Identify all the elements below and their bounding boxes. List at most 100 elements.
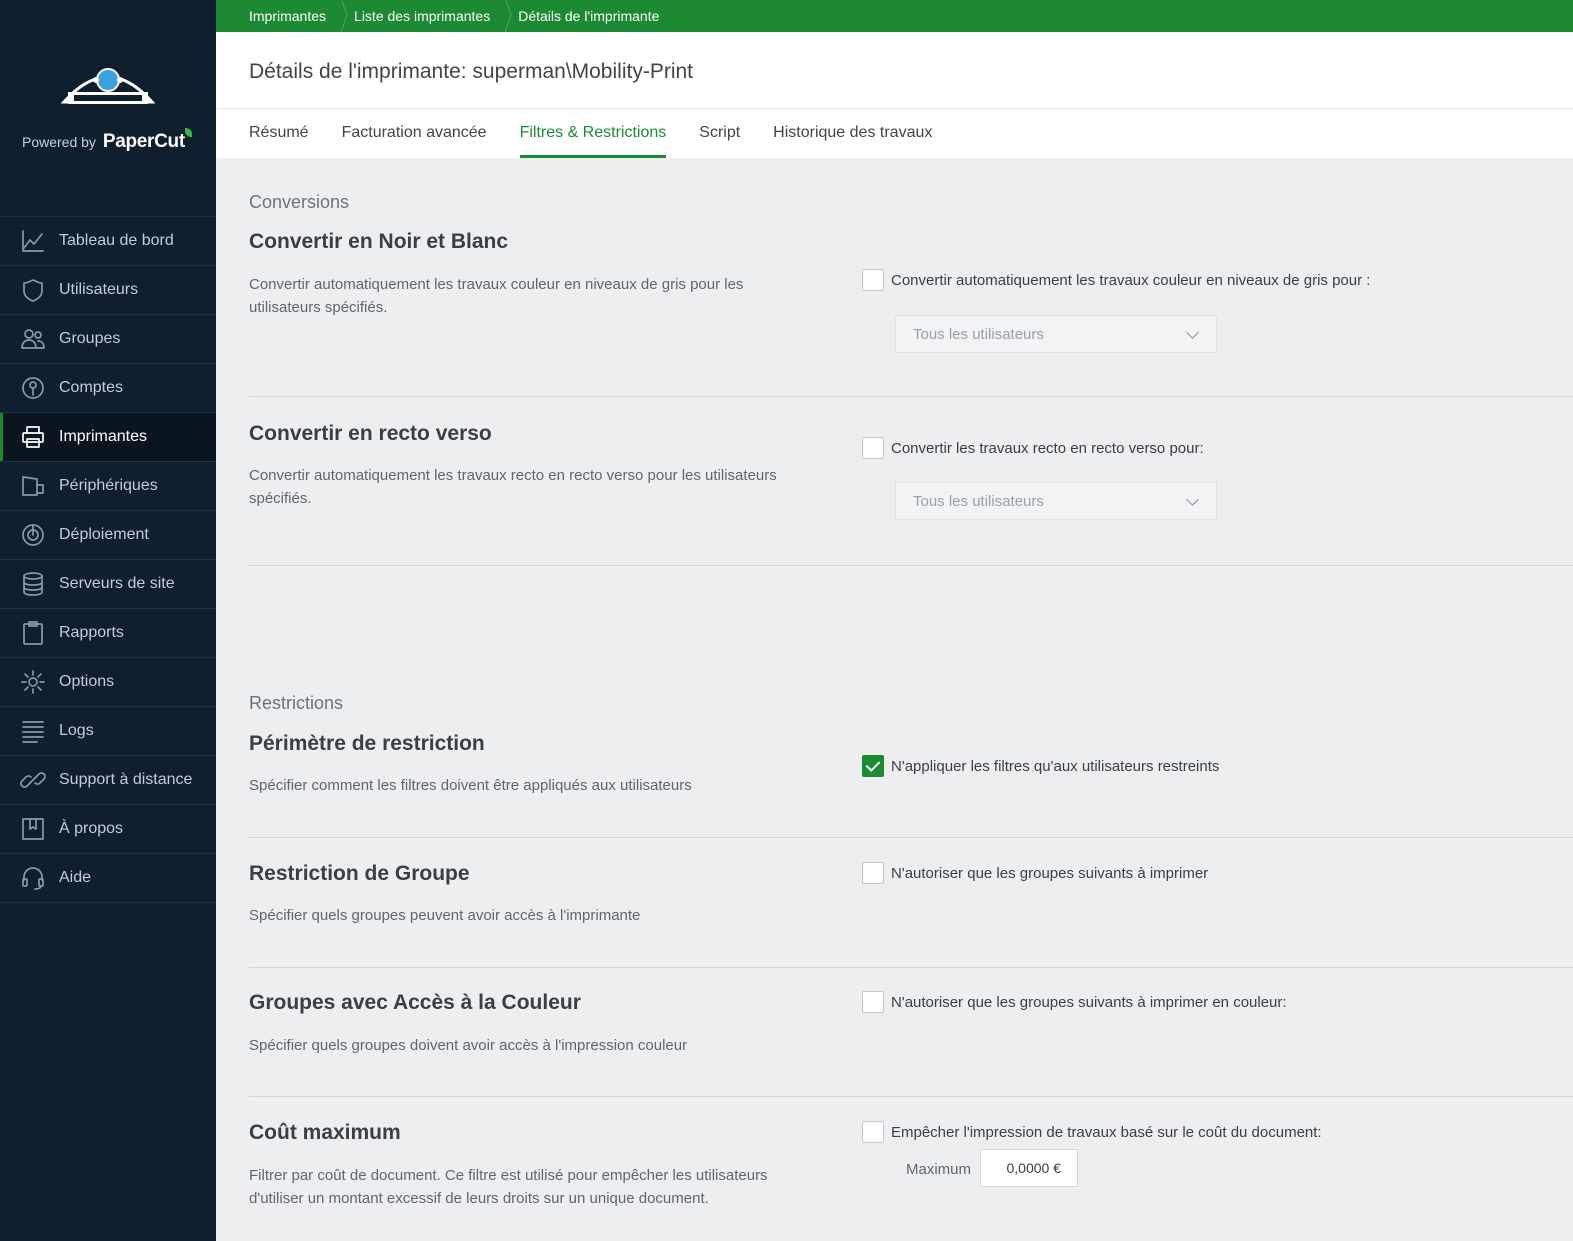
section-label-conversions: Conversions <box>249 192 350 212</box>
row-divider <box>249 1096 1573 1097</box>
headset-icon <box>19 864 47 892</box>
restricted-users-only-checkbox-label: N'appliquer les filtres qu'aux utilisate… <box>891 758 1220 775</box>
convert-duplex-checkbox-label: Convertir les travaux recto en recto ver… <box>891 440 1204 457</box>
tab-resume[interactable]: Résumé <box>249 109 309 158</box>
breadcrumb-separator-icon <box>334 0 342 32</box>
row-title: Groupes avec Accès à la Couleur <box>249 991 581 1014</box>
sidebar-item-peripheriques[interactable]: Périphériques <box>0 462 216 511</box>
sidebar-item-tableau-de-bord[interactable]: Tableau de bord <box>0 217 216 266</box>
select-value: Tous les utilisateurs <box>913 492 1044 510</box>
breadcrumb-item-liste[interactable]: Liste des imprimantes <box>354 0 518 32</box>
convert-duplex-users-select[interactable]: Tous les utilisateurs <box>895 482 1217 520</box>
convert-bw-users-select[interactable]: Tous les utilisateurs <box>895 315 1217 353</box>
sidebar-item-a-propos[interactable]: À propos <box>0 805 216 854</box>
tab-bar: Résumé Facturation avancée Filtres & Res… <box>249 109 965 158</box>
sidebar-nav: Tableau de bord Utilisateurs Groupes Com… <box>0 216 216 903</box>
deploy-icon <box>19 521 47 549</box>
users-icon <box>19 325 47 353</box>
sidebar-item-label: Support à distance <box>59 771 193 788</box>
sidebar-item-label: Tableau de bord <box>59 232 174 249</box>
row-description: Filtrer par coût de document. Ce filtre … <box>249 1167 768 1207</box>
max-cost-input[interactable]: 0,0000 € <box>980 1149 1078 1187</box>
powered-by-label: Powered by <box>22 134 96 150</box>
sidebar-item-label: Options <box>59 673 115 690</box>
sidebar-item-comptes[interactable]: Comptes <box>0 364 216 413</box>
lines-icon <box>19 717 47 745</box>
breadcrumb: Imprimantes Liste des imprimantes Détail… <box>216 0 1573 32</box>
gear-icon <box>19 668 47 696</box>
breadcrumb-label: Imprimantes <box>249 8 327 24</box>
row-title: Coût maximum <box>249 1121 401 1144</box>
sidebar-item-deploiement[interactable]: Déploiement <box>0 511 216 560</box>
max-cost-checkbox-label: Empêcher l'impression de travaux basé su… <box>891 1124 1322 1141</box>
max-cost-value: 0,0000 € <box>1006 1160 1062 1176</box>
convert-duplex-checkbox[interactable] <box>862 437 884 459</box>
row-title: Restriction de Groupe <box>249 862 470 885</box>
bookmark-icon <box>19 815 47 843</box>
user-shield-icon <box>19 276 47 304</box>
row-description: Spécifier quels groupes doivent avoir ac… <box>249 1037 688 1054</box>
tab-historique[interactable]: Historique des travaux <box>773 109 932 158</box>
row-description: Spécifier comment les filtres doivent êt… <box>249 777 692 794</box>
tab-filtres-restrictions[interactable]: Filtres & Restrictions <box>519 109 666 158</box>
group-restriction-checkbox-label: N'autoriser que les groupes suivants à i… <box>891 865 1209 882</box>
sidebar-item-label: Aide <box>59 869 92 886</box>
row-divider <box>249 967 1573 968</box>
select-value: Tous les utilisateurs <box>913 325 1044 343</box>
breadcrumb-label: Détails de l'imprimante <box>518 8 660 24</box>
row-description: Convertir automatiquement les travaux re… <box>249 467 777 507</box>
sidebar-item-label: Rapports <box>59 624 124 641</box>
row-divider <box>249 565 1573 566</box>
sidebar-item-label: Comptes <box>59 379 124 396</box>
sidebar-item-label: Périphériques <box>59 477 158 494</box>
sidebar-item-groupes[interactable]: Groupes <box>0 315 216 364</box>
powered-by: Powered by PaperCut <box>22 128 192 153</box>
max-cost-label: Maximum <box>906 1161 972 1178</box>
chevron-down-icon <box>1186 326 1199 339</box>
sidebar-item-aide[interactable]: Aide <box>0 854 216 903</box>
breadcrumb-label: Liste des imprimantes <box>354 8 491 24</box>
link-icon <box>19 766 47 794</box>
sidebar-item-label: Imprimantes <box>59 428 148 445</box>
breadcrumb-separator-icon <box>498 0 506 32</box>
row-description: Spécifier quels groupes peuvent avoir ac… <box>249 907 641 924</box>
row-title: Convertir en recto verso <box>249 422 492 445</box>
papercut-brand: PaperCut <box>102 131 185 152</box>
chart-line-icon <box>19 227 47 255</box>
color-groups-checkbox[interactable] <box>862 991 884 1013</box>
sidebar-item-utilisateurs[interactable]: Utilisateurs <box>0 266 216 315</box>
row-divider <box>249 837 1573 838</box>
printer-icon <box>19 423 47 451</box>
sidebar-item-support-a-distance[interactable]: Support à distance <box>0 756 216 805</box>
color-groups-checkbox-label: N'autoriser que les groupes suivants à i… <box>891 994 1287 1011</box>
convert-bw-checkbox[interactable] <box>862 269 884 291</box>
bluemega-academy-logo <box>60 68 156 104</box>
sidebar-item-label: Serveurs de site <box>59 575 175 592</box>
sidebar-item-options[interactable]: Options <box>0 658 216 707</box>
tab-facturation-avancee[interactable]: Facturation avancée <box>342 109 487 158</box>
sidebar-item-label: Déploiement <box>59 526 149 543</box>
sidebar: Powered by PaperCut Tableau de bord Util… <box>0 0 216 1241</box>
sidebar-item-rapports[interactable]: Rapports <box>0 609 216 658</box>
breadcrumb-item-imprimantes[interactable]: Imprimantes <box>249 0 354 32</box>
sidebar-item-imprimantes[interactable]: Imprimantes <box>0 413 216 462</box>
sidebar-item-label: Groupes <box>59 330 121 347</box>
group-restriction-checkbox[interactable] <box>862 862 884 884</box>
account-icon <box>19 374 47 402</box>
tab-script[interactable]: Script <box>699 109 740 158</box>
sidebar-item-label: Logs <box>59 722 94 739</box>
papercut-leaf-icon <box>184 128 192 137</box>
sidebar-item-serveurs-de-site[interactable]: Serveurs de site <box>0 560 216 609</box>
sidebar-item-logs[interactable]: Logs <box>0 707 216 756</box>
breadcrumb-item-details: Détails de l'imprimante <box>518 8 659 24</box>
restricted-users-only-checkbox[interactable] <box>862 755 884 777</box>
clipboard-icon <box>19 619 47 647</box>
chevron-down-icon <box>1186 493 1199 506</box>
database-icon <box>19 570 47 598</box>
sidebar-item-label: Utilisateurs <box>59 281 139 298</box>
row-title: Périmètre de restriction <box>249 732 485 755</box>
page-header: Détails de l'imprimante: superman\Mobili… <box>216 32 1573 158</box>
max-cost-checkbox[interactable] <box>862 1121 884 1143</box>
section-label-restrictions: Restrictions <box>249 693 344 713</box>
row-description: Convertir automatiquement les travaux co… <box>249 276 744 316</box>
